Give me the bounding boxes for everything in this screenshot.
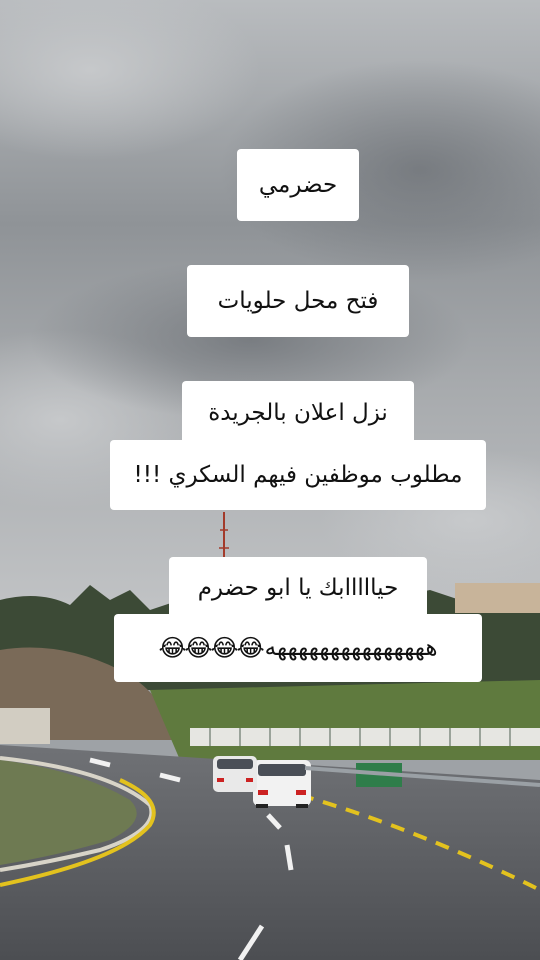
laughing-text: هههههههههههههههه [264, 634, 438, 661]
caption-line-1: حضرمي [237, 149, 359, 221]
fence [190, 728, 540, 746]
car-white-back [213, 756, 257, 792]
building [455, 583, 540, 613]
caption-line-4b: هههههههههههههههه 😂😂😂😂 [114, 614, 482, 682]
car-white-front [253, 760, 311, 808]
caption-line-2: فتح محل حلويات [187, 265, 409, 337]
laughing-emoji-icon: 😂😂😂😂 [158, 634, 264, 662]
building [0, 708, 50, 744]
caption-line-3a: نزل اعلان بالجريدة [182, 381, 414, 445]
caption-line-4a: حيااااابك يا ابو حضرم [169, 557, 427, 619]
caption-line-3b: مطلوب موظفين فيهم السكري !!! [110, 440, 486, 510]
grass-field [150, 680, 540, 760]
